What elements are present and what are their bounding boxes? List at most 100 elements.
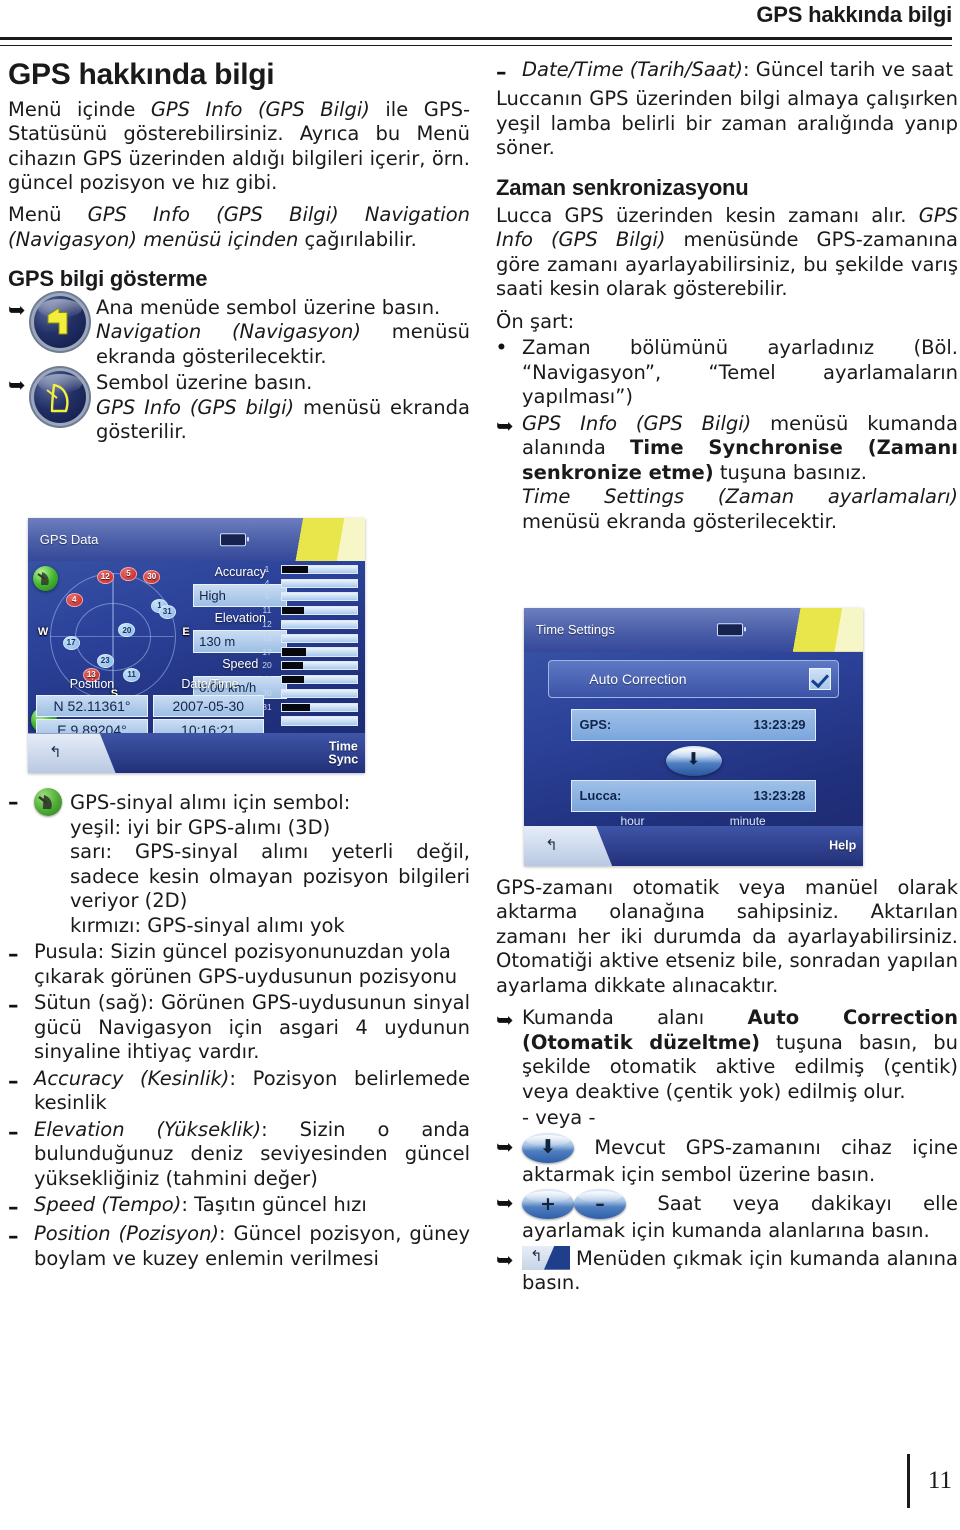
bullet-gps-signal-symbol: – GPS-sinyal alımı için sembol: yeşil: i… xyxy=(8,788,470,938)
signal-bar-row: 11 xyxy=(255,605,359,619)
bullet-3-text: Sütun (sağ): Görünen GPS-uydusunun sinya… xyxy=(34,991,470,1064)
page-title: GPS hakkında bilgi xyxy=(8,58,275,91)
bullet-1-line-green: yeşil: iyi bir GPS-alımı (3D) xyxy=(70,816,331,839)
bullet-dash: – xyxy=(8,993,19,1018)
intro-paragraph-2: Menü GPS Info (GPS Bilgi) Navigation (Na… xyxy=(8,203,470,252)
step-transfer-body: ⬇ Mevcut GPS-zamanını cihaz içine aktarm… xyxy=(522,1132,958,1187)
signal-bar-track xyxy=(280,688,358,698)
bullet-4-text: Accuracy (Kesinlik): Pozisyon belirlemed… xyxy=(34,1067,470,1116)
left-bullet-list: – GPS-sinyal alımı için sembol: yeşil: i… xyxy=(8,788,470,1273)
step-2-text-line2: GPS Info (GPS bilgi) menüsü ekranda göst… xyxy=(34,396,470,445)
signal-bar-row: 13 xyxy=(255,633,359,647)
auto-correction-row[interactable]: Auto Correction xyxy=(547,659,840,699)
intro-2-part-a: Menü xyxy=(8,203,88,227)
signal-bar-fill xyxy=(281,607,305,615)
lucca-time-label: Lucca: xyxy=(579,788,622,804)
bullet-datetime-rest: : Güncel tarih ve saat xyxy=(743,58,953,81)
back-arrow-icon: ↰ xyxy=(530,1246,543,1265)
step-exit-label: Menüden çıkmak için kumanda alanına bası… xyxy=(522,1246,958,1295)
bullet-dash: – xyxy=(8,1195,19,1220)
signal-bar-track xyxy=(280,578,358,588)
or-separator: - veya - xyxy=(522,1106,596,1130)
step-time-sync-sub-rest: menüsü ekranda gösterilecektir. xyxy=(522,509,838,533)
step-time-sync-body: GPS Info (GPS Bilgi) menüsü kumanda alan… xyxy=(522,412,958,534)
running-header-title: GPS hakkında bilgi xyxy=(756,2,952,27)
step-arrow-icon: ➥ xyxy=(8,297,26,322)
bullet-3-body: Sütun (sağ): Görünen GPS-uydusunun sinya… xyxy=(34,991,470,1064)
gps-data-title: GPS Data xyxy=(39,531,99,547)
auto-correction-label: Auto Correction xyxy=(589,670,687,687)
step-manual-adjust: ➥ + – Saat veya dakikayı elle ayarlamak i… xyxy=(496,1189,958,1243)
signal-bar-track xyxy=(280,564,358,574)
lucca-time-row: Lucca: 13:23:28 xyxy=(571,779,816,812)
signal-bar-track xyxy=(280,716,358,726)
prerequisite-body: Zaman bölümünü ayarladınız (Böl. “Naviga… xyxy=(522,336,958,409)
signal-bar-satellite-id: 1 xyxy=(264,563,270,574)
plus-button-icon: + xyxy=(522,1189,574,1220)
transfer-time-button-icon: ⬇ xyxy=(522,1132,574,1163)
time-settings-screen: Time Settings Auto Correction GPS: 13:23… xyxy=(524,608,863,866)
bullet-dash: – xyxy=(8,790,19,814)
step-1-text-line2: Navigation (Navigasyon) menüsü ekranda g… xyxy=(34,320,470,369)
bullet-datetime-body: Date/Time (Tarih/Saat): Güncel tarih ve … xyxy=(522,58,958,85)
signal-bar-track xyxy=(280,633,358,643)
signal-bar-fill xyxy=(281,648,306,656)
down-arrow-icon: ⬇ xyxy=(686,749,701,770)
bullet-accuracy: – Accuracy (Kesinlik): Pozisyon belirlem… xyxy=(8,1067,470,1116)
signal-bar-track xyxy=(280,647,358,657)
right-paragraph-4: GPS-zamanı otomatik veya manüel olarak a… xyxy=(496,876,958,997)
bullet-6-italic: Speed (Tempo) xyxy=(34,1193,182,1217)
date-value: 2007-05-30 xyxy=(152,695,264,717)
satellite-signal-bars: 1 4 5 11 12 13 17 20 23 30 31 xyxy=(255,564,359,730)
battery-icon xyxy=(220,532,250,546)
back-softkey[interactable]: ↰ xyxy=(524,826,613,866)
bullet-7-italic: Position (Pozisyon) xyxy=(34,1222,220,1246)
footer-rule xyxy=(906,1454,910,1508)
auto-correction-checkbox[interactable] xyxy=(809,667,832,690)
compass-satellite-5: 5 xyxy=(119,566,137,581)
signal-bar-row xyxy=(255,716,359,730)
step-manual-text: + – Saat veya dakikayı elle ayarlamak içi… xyxy=(522,1189,958,1243)
signal-bar-row: 1 xyxy=(255,564,359,578)
bullet-6-body: Speed (Tempo): Taşıtın güncel hızı xyxy=(34,1193,470,1220)
signal-bar-row: 23 xyxy=(255,674,359,688)
back-key-icon: ↰ xyxy=(522,1245,570,1270)
signal-bar-satellite-id: 11 xyxy=(262,605,272,616)
compass-label-west: W xyxy=(37,626,49,639)
header-rule xyxy=(0,37,952,46)
signal-bar-satellite-id: 13 xyxy=(262,632,272,643)
step-exit-text: ↰ Menüden çıkmak için kumanda alanına bas… xyxy=(522,1245,958,1296)
step-open-gps-info: ➥ Sembol üzerine basın. GPS Info (GPS bi… xyxy=(8,371,470,444)
back-softkey[interactable]: ↰ xyxy=(28,733,116,773)
back-arrow-icon: ↰ xyxy=(49,743,62,762)
bullet-1-line-red: kırmızı: GPS-sinyal alımı yok xyxy=(70,913,345,937)
time-sync-softkey[interactable]: Time Sync xyxy=(328,740,358,766)
back-arrow-icon: ↰ xyxy=(545,836,558,855)
bullet-speed: – Speed (Tempo): Taşıtın güncel hızı xyxy=(8,1193,470,1220)
gps-time-row: GPS: 13:23:29 xyxy=(571,708,816,741)
bullet-datetime: – Date/Time (Tarih/Saat): Güncel tarih v… xyxy=(496,58,958,85)
step-transfer-text: ⬇ Mevcut GPS-zamanını cihaz içine aktarm… xyxy=(522,1132,958,1187)
step-time-sync-sub-italic: Time Settings (Zaman ayarlamaları) xyxy=(522,485,958,509)
help-softkey[interactable]: Help xyxy=(829,839,856,853)
intro-2-part-b: çağırılabilir. xyxy=(298,227,417,251)
signal-bar-satellite-id: 30 xyxy=(262,688,272,699)
step-arrow-icon: ➥ xyxy=(496,1008,514,1033)
bullet-position: – Position (Pozisyon): Güncel pozisyon, … xyxy=(8,1222,470,1271)
transfer-time-button[interactable]: ⬇ xyxy=(665,746,722,777)
signal-bar-row: 12 xyxy=(255,619,359,633)
time-sync-line2: Sync xyxy=(328,752,359,767)
navigation-arrow-glyph xyxy=(47,306,68,335)
step-time-sync-rest: tuşuna basınız. xyxy=(713,460,867,484)
bullet-7-text: Position (Pozisyon): Güncel pozisyon, gü… xyxy=(34,1222,470,1271)
step-2-body: Sembol üzerine basın. GPS Info (GPS bilg… xyxy=(34,371,470,444)
step-open-navigation: ➥ Ana menüde sembol üzerine basın. Navig… xyxy=(8,295,470,369)
signal-bar-fill xyxy=(281,662,303,670)
bullet-4-body: Accuracy (Kesinlik): Pozisyon belirlemed… xyxy=(34,1067,470,1116)
signal-bar-satellite-id: 17 xyxy=(262,646,272,657)
step-transfer-label: Mevcut GPS-zamanını cihaz içine aktarmak… xyxy=(522,1135,958,1186)
signal-bar-satellite-id: 5 xyxy=(264,591,270,602)
compass-satellite-4: 4 xyxy=(65,592,83,607)
gps-data-footer: ↰ Time Sync xyxy=(28,733,365,773)
prerequisite-bullet: • Zaman bölümünü ayarladınız (Böl. “Navi… xyxy=(496,336,958,409)
